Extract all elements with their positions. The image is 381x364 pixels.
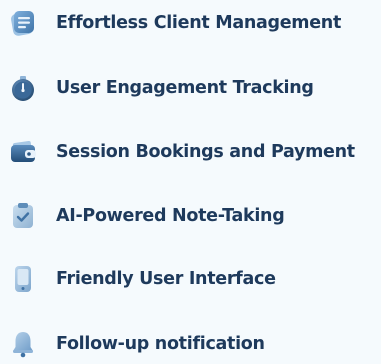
feature-item-follow-up-notification: Follow-up notification [0,324,381,364]
clipboard-check-icon [13,203,33,228]
smartphone-icon [15,266,31,292]
feature-item-client-management: Effortless Client Management [0,3,381,43]
feature-label: Follow-up notification [56,334,265,354]
feature-list: Effortless Client Management User Engage… [0,0,381,358]
feature-label: Effortless Client Management [56,13,342,33]
wallet-icon [11,141,36,162]
feature-label: Session Bookings and Payment [56,142,355,162]
feature-item-bookings-payment: Session Bookings and Payment [0,132,381,172]
feature-label: User Engagement Tracking [56,78,314,98]
feature-label: Friendly User Interface [56,269,276,289]
stopwatch-icon [12,76,34,101]
feature-item-note-taking: AI-Powered Note-Taking [0,196,381,236]
feature-item-user-interface: Friendly User Interface [0,259,381,299]
feature-label: AI-Powered Note-Taking [56,206,285,226]
feature-item-engagement-tracking: User Engagement Tracking [0,68,381,108]
note-card-icon [11,11,34,36]
